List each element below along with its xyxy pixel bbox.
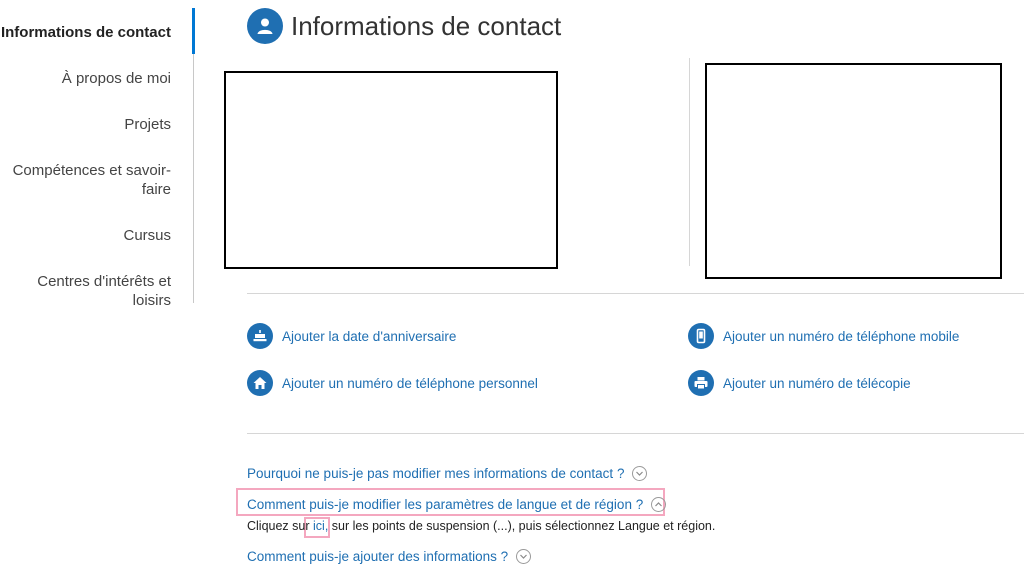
home-icon (247, 370, 273, 396)
add-fax-button[interactable]: Ajouter un numéro de télécopie (688, 370, 911, 396)
add-mobile-phone-button[interactable]: Ajouter un numéro de téléphone mobile (688, 323, 959, 349)
cake-icon (247, 323, 273, 349)
page-title: Informations de contact (291, 11, 562, 41)
chevron-up-icon[interactable] (651, 497, 667, 512)
person-icon (247, 8, 283, 44)
here-link[interactable]: ici, (313, 519, 328, 533)
add-home-phone-label: Ajouter un numéro de téléphone personnel (282, 375, 538, 391)
mobile-phone-icon (688, 323, 714, 349)
faq-question-edit-contact-label: Pourquoi ne puis-je pas modifier mes inf… (247, 466, 625, 481)
faq-question-language-region-label: Comment puis-je modifier les paramètres … (247, 497, 644, 512)
active-indicator (192, 8, 195, 54)
section-divider-top (247, 293, 1024, 294)
faq-question-language-region[interactable]: Comment puis-je modifier les paramètres … (247, 497, 667, 512)
add-home-phone-button[interactable]: Ajouter un numéro de téléphone personnel (247, 370, 538, 396)
section-divider-bottom (247, 433, 1024, 434)
printer-icon (688, 370, 714, 396)
sidebar-item-contact-info[interactable]: Informations de contact (1, 23, 171, 42)
redacted-block-right (705, 63, 1002, 279)
sidebar-item-skills[interactable]: Compétences et savoir-faire (11, 161, 171, 199)
answer-text-before: Cliquez sur (247, 519, 310, 533)
answer-text-after: sur les points de suspension (...), puis… (331, 519, 716, 533)
add-mobile-phone-label: Ajouter un numéro de téléphone mobile (723, 328, 960, 344)
sidebar-item-interests[interactable]: Centres d'intérêts et loisirs (0, 272, 171, 310)
profile-sidebar: Informations de contact À propos de moi … (0, 8, 195, 309)
sidebar-item-projects[interactable]: Projets (124, 115, 171, 134)
faq-question-edit-contact[interactable]: Pourquoi ne puis-je pas modifier mes inf… (247, 466, 648, 481)
faq-answer-language-region: Cliquez sur ici, sur les points de suspe… (247, 519, 715, 533)
sidebar-item-education[interactable]: Cursus (123, 226, 171, 245)
redacted-block-left (224, 71, 558, 269)
chevron-down-icon[interactable] (632, 466, 648, 481)
sidebar-item-about-me[interactable]: À propos de moi (62, 69, 171, 88)
add-birthday-button[interactable]: Ajouter la date d'anniversaire (247, 323, 456, 349)
faq-question-add-info[interactable]: Comment puis-je ajouter des informations… (247, 549, 532, 564)
faq-question-add-info-label: Comment puis-je ajouter des informations… (247, 549, 509, 564)
column-divider (689, 58, 690, 266)
chevron-down-icon[interactable] (516, 549, 532, 564)
add-birthday-label: Ajouter la date d'anniversaire (282, 328, 457, 344)
add-fax-label: Ajouter un numéro de télécopie (723, 375, 911, 391)
